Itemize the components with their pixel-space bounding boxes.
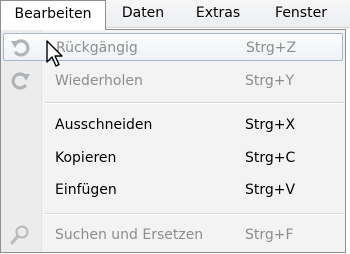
menu-item-redo-shortcut: Strg+Y bbox=[245, 73, 295, 89]
menu-fenster-label: Fenster bbox=[275, 5, 327, 21]
icon-gutter bbox=[1, 30, 42, 252]
menu-bearbeiten-label: Bearbeiten bbox=[14, 6, 92, 22]
menu-item-find-replace[interactable]: Suchen und Ersetzen Strg+F bbox=[3, 221, 343, 249]
menu-daten[interactable]: Daten bbox=[110, 0, 176, 27]
menu-item-cut[interactable]: Ausschneiden Strg+X bbox=[3, 111, 343, 139]
search-icon bbox=[9, 225, 31, 245]
menu-separator bbox=[45, 213, 343, 215]
menu-extras[interactable]: Extras bbox=[186, 0, 250, 27]
menu-separator bbox=[45, 102, 343, 104]
redo-icon bbox=[9, 71, 31, 91]
menu-daten-label: Daten bbox=[121, 5, 165, 21]
menu-item-paste[interactable]: Einfügen Strg+V bbox=[3, 176, 343, 204]
menu-item-redo-label: Wiederholen bbox=[55, 73, 143, 89]
menu-item-copy-label: Kopieren bbox=[55, 150, 117, 166]
menu-extras-label: Extras bbox=[195, 5, 241, 21]
undo-icon bbox=[10, 38, 32, 58]
mouse-cursor-icon bbox=[46, 40, 66, 72]
menu-item-undo-label: Rückgängig bbox=[56, 40, 138, 56]
menu-bar: Bearbeiten Daten Extras Fenster bbox=[0, 0, 350, 30]
menu-item-copy[interactable]: Kopieren Strg+C bbox=[3, 144, 343, 172]
menu-item-find-replace-label: Suchen und Ersetzen bbox=[55, 227, 204, 243]
menu-item-undo-shortcut: Strg+Z bbox=[246, 40, 297, 56]
menu-fenster[interactable]: Fenster bbox=[262, 0, 340, 27]
menu-item-copy-shortcut: Strg+C bbox=[245, 150, 296, 166]
menu-item-cut-shortcut: Strg+X bbox=[245, 117, 296, 133]
menu-item-cut-label: Ausschneiden bbox=[55, 117, 153, 133]
menu-item-paste-label: Einfügen bbox=[55, 182, 117, 198]
menu-item-find-replace-shortcut: Strg+F bbox=[245, 227, 294, 243]
menu-bearbeiten[interactable]: Bearbeiten bbox=[0, 0, 106, 30]
menu-item-paste-shortcut: Strg+V bbox=[245, 182, 296, 198]
